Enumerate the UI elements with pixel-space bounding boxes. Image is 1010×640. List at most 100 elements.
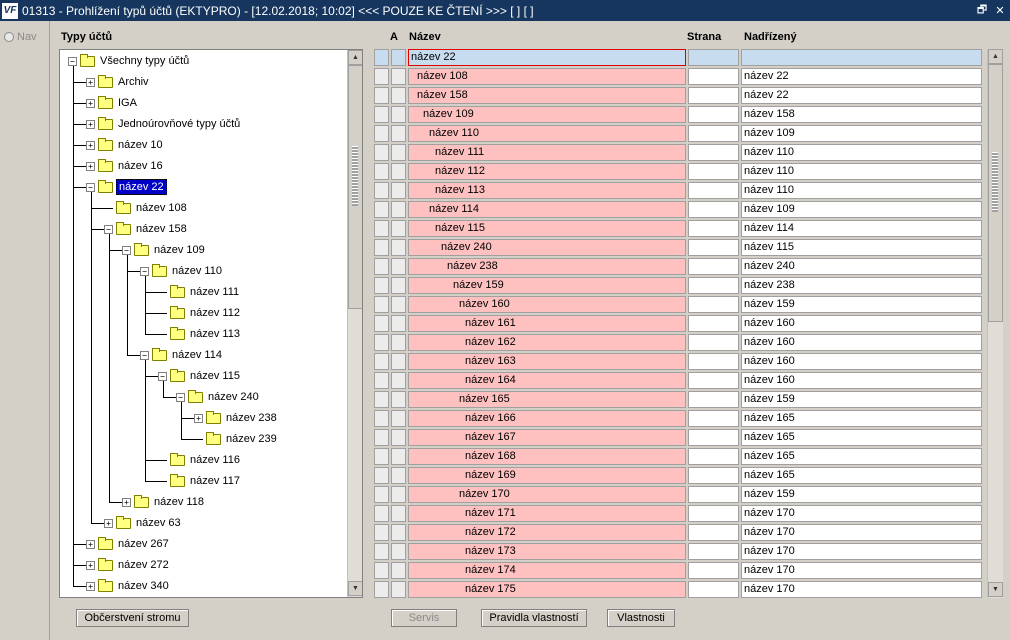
row-a-cell[interactable] (391, 201, 406, 218)
table-row[interactable]: název 173 název 170 (372, 542, 984, 561)
row-selector-cell[interactable] (374, 372, 389, 389)
row-selector-cell[interactable] (374, 220, 389, 237)
nazev-cell[interactable]: název 110 (408, 125, 686, 142)
collapse-icon[interactable]: − (86, 183, 95, 192)
nazev-cell[interactable]: název 161 (408, 315, 686, 332)
strana-cell[interactable] (688, 125, 739, 142)
nazev-cell[interactable]: název 113 (408, 182, 686, 199)
strana-cell[interactable] (688, 49, 739, 66)
nazev-cell[interactable]: název 112 (408, 163, 686, 180)
row-a-cell[interactable] (391, 486, 406, 503)
table-row[interactable]: název 167 název 165 (372, 428, 984, 447)
row-a-cell[interactable] (391, 68, 406, 85)
strana-cell[interactable] (688, 182, 739, 199)
expand-icon[interactable]: + (86, 162, 95, 171)
strana-cell[interactable] (688, 315, 739, 332)
nazev-cell[interactable]: název 22 (408, 49, 686, 66)
table-row[interactable]: název 109 název 158 (372, 105, 984, 124)
row-selector-cell[interactable] (374, 562, 389, 579)
strana-cell[interactable] (688, 505, 739, 522)
strana-cell[interactable] (688, 201, 739, 218)
nazev-cell[interactable]: název 175 (408, 581, 686, 598)
table-row[interactable]: název 164 název 160 (372, 371, 984, 390)
servis-button[interactable]: Servis (391, 609, 457, 627)
row-selector-cell[interactable] (374, 296, 389, 313)
nazev-cell[interactable]: název 158 (408, 87, 686, 104)
tree-node[interactable]: název 239 (206, 430, 279, 448)
restore-window-icon[interactable]: 🗗 (974, 4, 990, 18)
expand-icon[interactable]: + (86, 540, 95, 549)
nadrizeny-cell[interactable]: název 158 (741, 106, 982, 123)
expand-icon[interactable]: + (86, 141, 95, 150)
row-a-cell[interactable] (391, 106, 406, 123)
nazev-cell[interactable]: název 160 (408, 296, 686, 313)
strana-cell[interactable] (688, 410, 739, 427)
nadrizeny-cell[interactable]: název 110 (741, 144, 982, 161)
nadrizeny-cell[interactable]: název 115 (741, 239, 982, 256)
expand-icon[interactable]: + (86, 99, 95, 108)
tree-node[interactable]: název 272 (98, 556, 171, 574)
expand-icon[interactable]: + (194, 414, 203, 423)
row-selector-cell[interactable] (374, 448, 389, 465)
strana-cell[interactable] (688, 68, 739, 85)
strana-cell[interactable] (688, 334, 739, 351)
strana-cell[interactable] (688, 562, 739, 579)
nadrizeny-cell[interactable]: název 170 (741, 581, 982, 598)
row-selector-cell[interactable] (374, 144, 389, 161)
nazev-cell[interactable]: název 240 (408, 239, 686, 256)
tree-node[interactable]: Archiv (98, 73, 151, 91)
row-a-cell[interactable] (391, 524, 406, 541)
nazev-cell[interactable]: název 108 (408, 68, 686, 85)
table-row[interactable]: název 111 název 110 (372, 143, 984, 162)
row-a-cell[interactable] (391, 277, 406, 294)
table-row[interactable]: název 165 název 159 (372, 390, 984, 409)
strana-cell[interactable] (688, 277, 739, 294)
collapse-icon[interactable]: − (140, 351, 149, 360)
nazev-cell[interactable]: název 167 (408, 429, 686, 446)
strana-cell[interactable] (688, 353, 739, 370)
table-row[interactable]: název 175 název 170 (372, 580, 984, 599)
tree-node[interactable]: IGA (98, 94, 139, 112)
grid-scrollbar[interactable]: ▲ ▼ (987, 49, 1003, 598)
collapse-icon[interactable]: − (122, 246, 131, 255)
table-row[interactable]: název 161 název 160 (372, 314, 984, 333)
nazev-cell[interactable]: název 166 (408, 410, 686, 427)
table-row[interactable]: název 172 název 170 (372, 523, 984, 542)
table-row[interactable]: název 169 název 165 (372, 466, 984, 485)
tree-node[interactable]: název 108 (116, 199, 189, 217)
nadrizeny-cell[interactable]: název 165 (741, 448, 982, 465)
table-row[interactable]: název 168 název 165 (372, 447, 984, 466)
nadrizeny-cell[interactable]: název 109 (741, 125, 982, 142)
tree-node[interactable]: název 111 (170, 283, 241, 301)
tree-node[interactable]: název 118 (134, 493, 206, 511)
nazev-cell[interactable]: název 171 (408, 505, 686, 522)
row-selector-cell[interactable] (374, 524, 389, 541)
nadrizeny-cell[interactable]: název 109 (741, 201, 982, 218)
nazev-cell[interactable]: název 173 (408, 543, 686, 560)
table-row[interactable]: název 170 název 159 (372, 485, 984, 504)
expand-icon[interactable]: + (122, 498, 131, 507)
table-row[interactable]: název 110 název 109 (372, 124, 984, 143)
strana-cell[interactable] (688, 87, 739, 104)
tree-node[interactable]: název 267 (98, 535, 171, 553)
row-a-cell[interactable] (391, 239, 406, 256)
table-row[interactable]: název 162 název 160 (372, 333, 984, 352)
strana-cell[interactable] (688, 467, 739, 484)
row-selector-cell[interactable] (374, 125, 389, 142)
collapse-icon[interactable]: − (176, 393, 185, 402)
expand-icon[interactable]: + (104, 519, 113, 528)
nadrizeny-cell[interactable]: název 160 (741, 372, 982, 389)
strana-cell[interactable] (688, 258, 739, 275)
tree-node[interactable]: název 63 (116, 514, 183, 532)
tree-node[interactable]: název 116 (170, 451, 242, 469)
strana-cell[interactable] (688, 163, 739, 180)
nazev-cell[interactable]: název 162 (408, 334, 686, 351)
nazev-cell[interactable]: název 174 (408, 562, 686, 579)
tree-node[interactable]: název 158 (116, 220, 189, 238)
table-row[interactable]: název 174 název 170 (372, 561, 984, 580)
nazev-cell[interactable]: název 115 (408, 220, 686, 237)
table-row[interactable]: název 240 název 115 (372, 238, 984, 257)
row-selector-cell[interactable] (374, 543, 389, 560)
expand-icon[interactable]: + (86, 561, 95, 570)
strana-cell[interactable] (688, 448, 739, 465)
